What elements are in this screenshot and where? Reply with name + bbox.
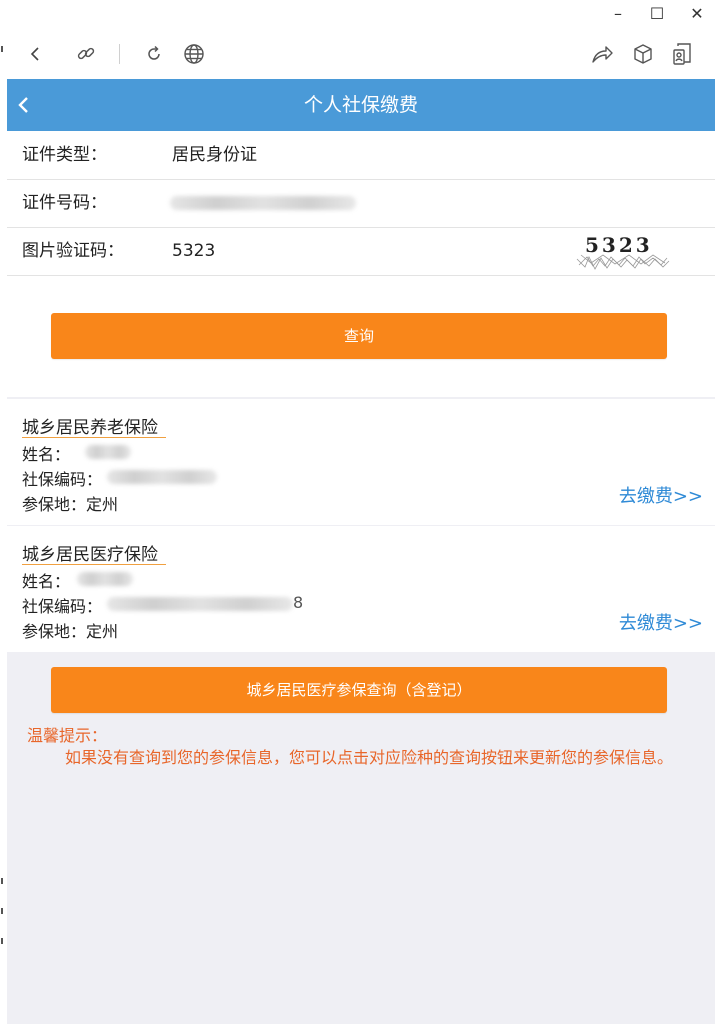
cube-icon[interactable] xyxy=(629,40,657,68)
toolbar-separator xyxy=(119,44,120,64)
edge-mark xyxy=(1,46,3,52)
close-button[interactable]: ✕ xyxy=(686,4,708,23)
id-type-row[interactable]: 证件类型： 居民身份证 xyxy=(7,131,715,180)
window-left-edge xyxy=(0,0,6,1024)
title-underline xyxy=(22,564,166,565)
browser-toolbar xyxy=(0,30,720,78)
pay-link[interactable]: 去缴费>> xyxy=(619,482,703,508)
name-value-redacted xyxy=(77,572,133,586)
refresh-icon[interactable] xyxy=(140,40,168,68)
captcha-label: 图片验证码： xyxy=(22,241,124,261)
title-underline xyxy=(22,437,166,438)
tip-title: 温馨提示： xyxy=(27,726,108,745)
profile-icon[interactable] xyxy=(668,40,696,68)
window-titlebar: – ☐ ✕ xyxy=(0,0,720,30)
insurance-title: 城乡居民养老保险 xyxy=(22,418,158,438)
minimize-button[interactable]: – xyxy=(607,4,629,23)
place-value: 定州 xyxy=(86,495,119,514)
captcha-input[interactable]: 5323 xyxy=(172,227,215,275)
code-label: 社保编码： xyxy=(22,470,103,489)
page-header: 个人社保缴费 xyxy=(7,79,715,131)
code-value-redacted xyxy=(107,597,293,611)
tip-box: 温馨提示： 如果没有查询到您的参保信息，您可以点击对应险种的查询按钮来更新您的参… xyxy=(27,725,697,769)
edge-mark xyxy=(1,908,3,914)
medical-query-button[interactable]: 城乡居民医疗参保查询（含登记） xyxy=(51,667,667,713)
pay-link[interactable]: 去缴费>> xyxy=(619,609,703,635)
captcha-row: 图片验证码： 5323 5323 xyxy=(7,227,715,276)
edge-mark xyxy=(1,878,3,884)
insurance-title: 城乡居民医疗保险 xyxy=(22,545,158,565)
id-type-value[interactable]: 居民身份证 xyxy=(172,131,257,179)
id-number-label: 证件号码： xyxy=(22,193,107,213)
share-icon[interactable] xyxy=(588,40,616,68)
tip-body: 如果没有查询到您的参保信息，您可以点击对应险种的查询按钮来更新您的参保信息。 xyxy=(65,748,674,767)
app-view: 个人社保缴费 证件类型： 居民身份证 证件号码： 图片验证码： 5323 532… xyxy=(7,79,715,1024)
name-value-redacted xyxy=(85,445,131,459)
place-line: 参保地：定州 xyxy=(22,491,118,515)
globe-icon[interactable] xyxy=(180,40,208,68)
maximize-button[interactable]: ☐ xyxy=(646,4,668,23)
pension-insurance-card: 城乡居民养老保险 姓名： 社保编码： 参保地：定州 去缴费>> xyxy=(7,399,715,525)
captcha-image-text: 5323 xyxy=(585,233,653,257)
medical-insurance-card: 城乡居民医疗保险 姓名： 社保编码： 8 参保地：定州 去缴费>> xyxy=(7,526,715,652)
back-icon[interactable] xyxy=(22,40,50,68)
link-icon[interactable] xyxy=(72,40,100,68)
captcha-image[interactable]: 5323 xyxy=(575,233,671,273)
page-title: 个人社保缴费 xyxy=(303,94,418,116)
code-value-redacted xyxy=(107,470,217,484)
id-number-input-redacted[interactable] xyxy=(170,196,356,210)
query-button[interactable]: 查询 xyxy=(51,313,667,359)
place-value: 定州 xyxy=(86,622,119,641)
id-number-row: 证件号码： xyxy=(7,179,715,228)
id-type-label: 证件类型： xyxy=(22,145,107,165)
place-line: 参保地：定州 xyxy=(22,618,118,642)
query-form: 证件类型： 居民身份证 证件号码： 图片验证码： 5323 5323 查询 xyxy=(7,131,715,397)
name-label: 姓名： xyxy=(22,445,71,464)
place-label: 参保地： xyxy=(22,495,87,514)
place-label: 参保地： xyxy=(22,622,87,641)
edge-mark xyxy=(1,938,3,944)
code-label: 社保编码： xyxy=(22,597,103,616)
name-label: 姓名： xyxy=(22,572,71,591)
code-value-suffix: 8 xyxy=(293,593,304,612)
